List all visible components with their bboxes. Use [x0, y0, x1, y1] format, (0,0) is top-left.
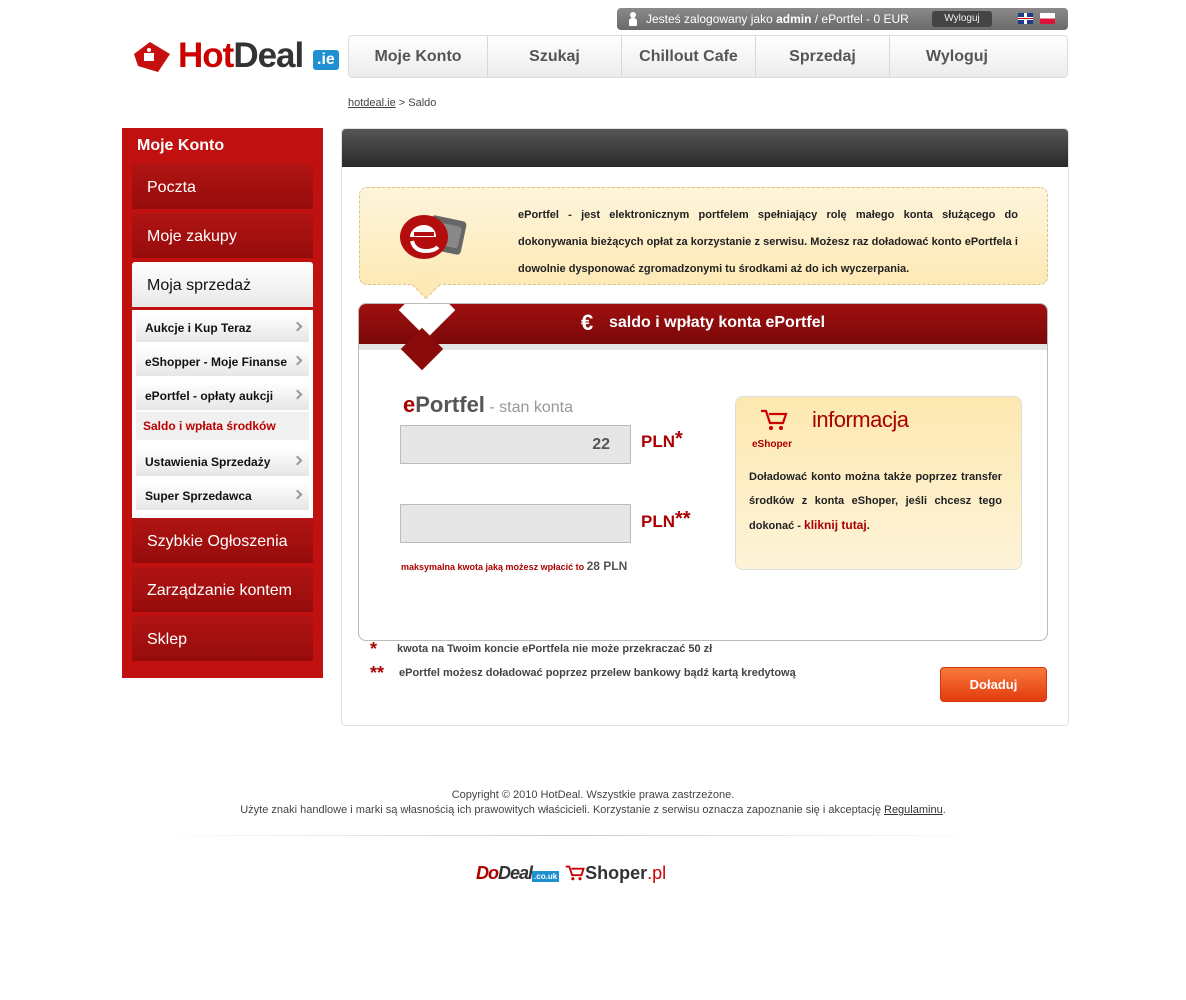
- breadcrumb-current: Saldo: [408, 97, 437, 109]
- nav-sprzedaj[interactable]: Sprzedaj: [756, 36, 890, 77]
- chevron-right-icon: [292, 389, 303, 400]
- nav-szukaj[interactable]: Szukaj: [488, 36, 622, 77]
- euro-icon: €: [581, 310, 594, 335]
- sidebar-item-sklep[interactable]: Sklep: [132, 616, 313, 663]
- shoper-logo[interactable]: Shoper .pl: [565, 863, 666, 884]
- uk-flag-icon[interactable]: [1018, 13, 1033, 24]
- regulamin-link[interactable]: Regulaminu: [884, 804, 943, 816]
- max-deposit-note: maksymalna kwota jaką możesz wpłacić to …: [401, 559, 628, 573]
- eshoper-label: eShoper: [752, 439, 793, 450]
- price-tag-icon: [134, 42, 170, 72]
- sidebar-item-zarzadzanie-kontem[interactable]: Zarządzanie kontem: [132, 567, 313, 614]
- eshoper-info-text: Doładować konto można także poprzez tran…: [749, 471, 1002, 532]
- dodeal-logo[interactable]: DoDeal .co.uk: [476, 863, 560, 884]
- sidebar-subitem-ustawienia[interactable]: Ustawienia Sprzedaży: [136, 448, 309, 476]
- nav-wyloguj[interactable]: Wyloguj: [890, 36, 1024, 77]
- footer: Copyright © 2010 HotDeal. Wszystkie praw…: [0, 788, 1186, 818]
- sidebar-subitem-saldo[interactable]: Saldo i wpłata środków: [136, 412, 309, 440]
- footer-divider: [150, 835, 990, 836]
- footnote-1: * kwota na Twoim koncie ePortfela nie moż…: [370, 639, 713, 659]
- sidebar-item-moje-zakupy[interactable]: Moje zakupy: [132, 213, 313, 260]
- chevron-right-icon: [292, 321, 303, 332]
- main-nav: Moje Konto Szukaj Chillout Cafe Sprzedaj…: [348, 35, 1068, 78]
- sidebar-item-szybkie-ogloszenia[interactable]: Szybkie Ogłoszenia: [132, 518, 313, 565]
- sidebar-subitem-aukcje[interactable]: Aukcje i Kup Teraz: [136, 314, 309, 342]
- sidebar: Moje Konto Poczta Moje zakupy Moja sprze…: [122, 128, 323, 678]
- eshoper-info-box: eShoper informacja Doładować konto można…: [735, 396, 1022, 570]
- pl-flag-icon[interactable]: [1040, 13, 1055, 24]
- chevron-right-icon: [292, 455, 303, 466]
- nav-moje-konto[interactable]: Moje Konto: [349, 36, 488, 77]
- hotdeal-logo[interactable]: HotDeal .ie: [128, 36, 339, 80]
- logo-tld: .ie: [313, 50, 339, 70]
- logout-button-small[interactable]: Wyloguj: [932, 11, 992, 27]
- balance-currency: PLN*: [641, 428, 683, 451]
- sidebar-subitem-eportfel[interactable]: ePortfel - opłaty aukcji: [136, 382, 309, 410]
- deposit-amount-input[interactable]: [400, 504, 631, 543]
- sidebar-submenu: Aukcje i Kup Teraz eShopper - Moje Finan…: [132, 310, 313, 518]
- doladuj-button[interactable]: Doładuj: [940, 667, 1047, 702]
- info-pointer: [411, 270, 441, 300]
- chevron-right-icon: [292, 489, 303, 500]
- main-panel: ePortfel - jest elektronicznym portfelem…: [341, 128, 1069, 726]
- saldo-header: € saldo i wpłaty konta ePortfel: [359, 304, 1047, 344]
- eshoper-transfer-link[interactable]: kliknij tutaj: [804, 518, 867, 532]
- eportfel-logo-icon: [400, 215, 467, 259]
- partner-logos: DoDeal .co.uk Shoper .pl: [476, 860, 666, 886]
- saldo-box: € saldo i wpłaty konta ePortfel ePortfel…: [358, 303, 1048, 641]
- sidebar-title: Moje Konto: [137, 137, 225, 154]
- breadcrumb-home-link[interactable]: hotdeal.ie: [348, 97, 396, 109]
- sidebar-item-poczta[interactable]: Poczta: [132, 164, 313, 211]
- trademark-text: Użyte znaki handlowe i marki są własnośc…: [240, 804, 946, 816]
- panel-header: [342, 129, 1068, 167]
- eportfel-description: ePortfel - jest elektronicznym portfelem…: [518, 209, 1018, 275]
- breadcrumb: hotdeal.ie > Saldo: [348, 97, 437, 109]
- balance-field: 22: [400, 425, 631, 464]
- chevron-right-icon: [292, 355, 303, 366]
- footnote-2: ** ePortfel możesz doładować poprzez prze…: [370, 663, 796, 683]
- saldo-title: saldo i wpłaty konta ePortfel: [609, 314, 826, 331]
- logo-wordmark: HotDeal: [178, 36, 304, 75]
- nav-chillout-cafe[interactable]: Chillout Cafe: [622, 36, 756, 77]
- copyright-text: Copyright © 2010 HotDeal. Wszystkie praw…: [451, 789, 735, 801]
- deposit-currency: PLN**: [641, 508, 691, 531]
- eshoper-info-title: informacja: [812, 407, 909, 432]
- cart-icon: [761, 409, 788, 430]
- sidebar-subitem-super-sprzedawca[interactable]: Super Sprzedawca: [136, 482, 309, 510]
- shoper-cart-icon: [565, 865, 586, 881]
- user-icon: [629, 12, 637, 26]
- eportfel-info-box: ePortfel - jest elektronicznym portfelem…: [359, 187, 1048, 300]
- user-status-bar: Jesteś zalogowany jako admin / ePortfel …: [617, 8, 1068, 30]
- sidebar-item-moja-sprzedaz[interactable]: Moja sprzedaż: [132, 262, 313, 309]
- eportfel-balance-title: ePortfel - stan konta: [403, 392, 573, 417]
- login-status-text: Jesteś zalogowany jako admin / ePortfel …: [646, 12, 909, 26]
- sidebar-subitem-eshopper[interactable]: eShopper - Moje Finanse: [136, 348, 309, 376]
